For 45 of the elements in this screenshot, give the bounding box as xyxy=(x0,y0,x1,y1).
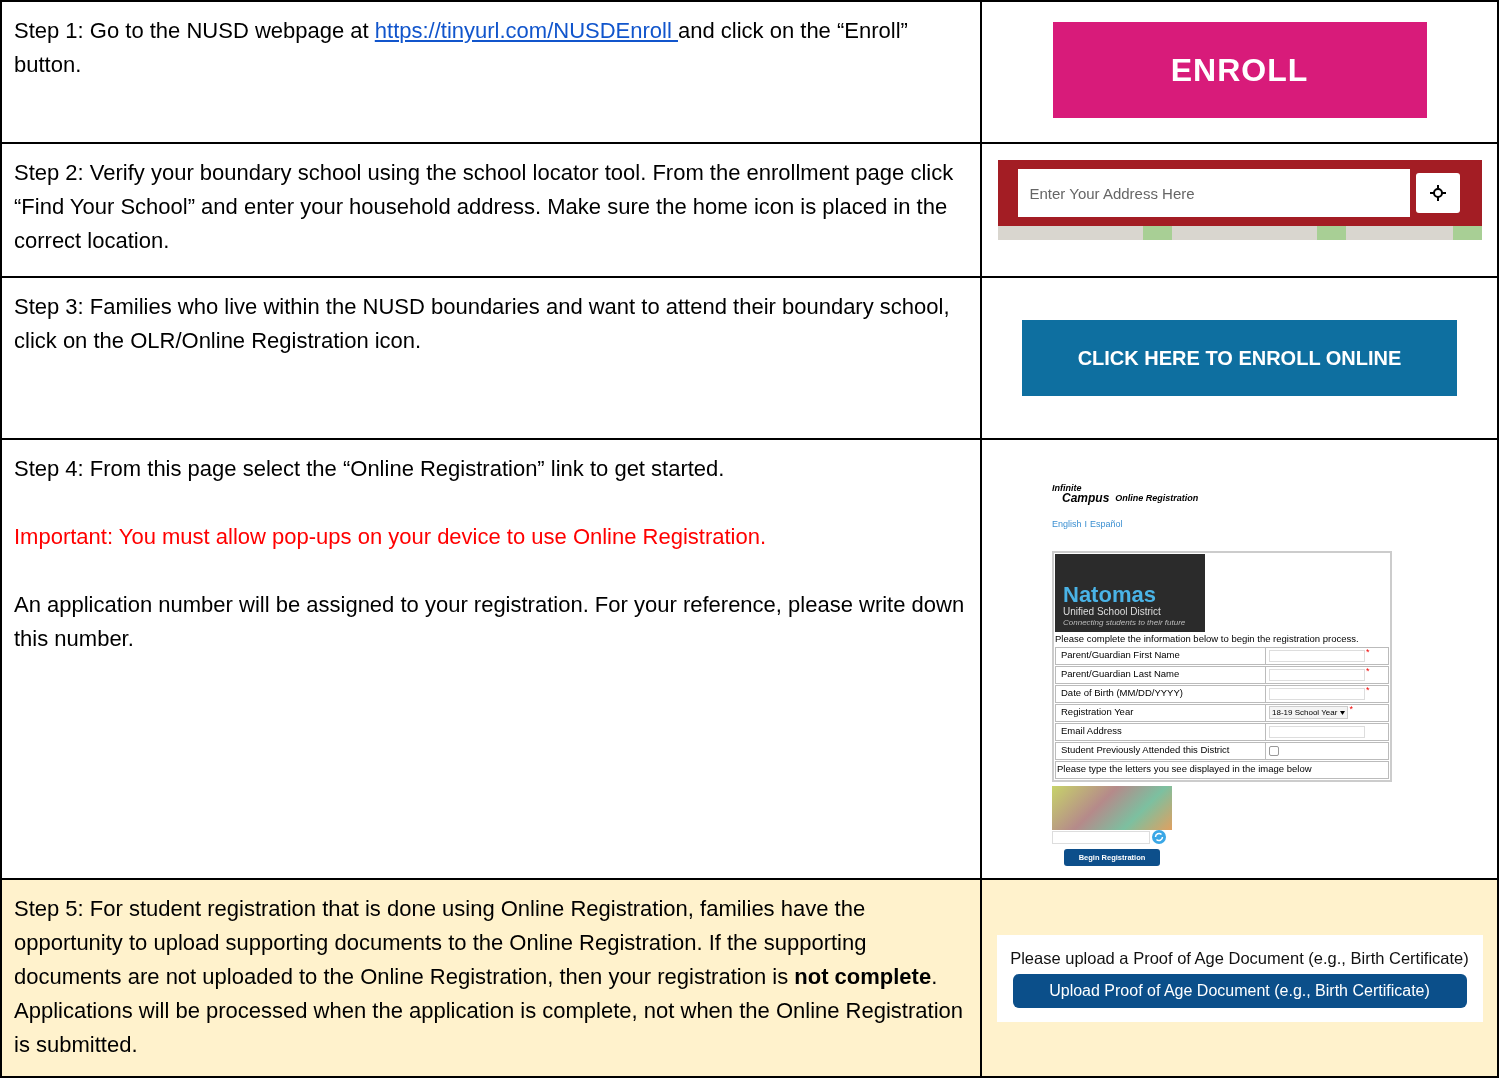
step-note: An application number will be assigned to your registration. For your reference, please write down this number. xyxy=(14,591,966,653)
language-link[interactable]: Español xyxy=(1090,518,1123,529)
field-label: Parent/Guardian First Name xyxy=(1056,647,1266,664)
field-label: Parent/Guardian Last Name xyxy=(1056,666,1266,683)
enroll-link[interactable]: https://tinyurl.com/NUSDEnroll xyxy=(374,18,678,43)
upload-button[interactable]: Upload Proof of Age Document (e.g., Birth Certificate) xyxy=(1012,973,1467,1008)
enroll-button[interactable]: ENROLL xyxy=(1052,22,1427,118)
form-intro: Please complete the information below to begin the registration process. xyxy=(1055,631,1360,646)
enroll-online-button[interactable]: CLICK HERE TO ENROLL ONLINE xyxy=(1022,320,1457,396)
field-label: Date of Birth (MM/DD/YYYY) xyxy=(1056,685,1266,702)
required-mark: * xyxy=(1366,666,1370,675)
captcha-input[interactable] xyxy=(1052,830,1150,844)
language-link[interactable]: English xyxy=(1052,518,1082,529)
brand-title: Online Registration xyxy=(1115,492,1199,503)
language-separator: I xyxy=(1084,518,1088,529)
logo-tagline: Connecting students to their future xyxy=(1063,617,1187,628)
step-instruction: Step 2: Verify your boundary school using the school locator tool. From the enrollment page click “Find Your School” and enter your household address. Make sure the home icon is placed in the correct location. xyxy=(14,159,955,255)
brand-logo-text: Campus xyxy=(1062,492,1110,503)
logo-name: Natomas xyxy=(1063,583,1157,606)
text-input[interactable] xyxy=(1269,649,1365,662)
important-notice: Important: You must allow pop-ups on your device to use Online Registration. xyxy=(14,523,768,551)
required-mark: * xyxy=(1366,685,1370,694)
checkbox[interactable] xyxy=(1269,745,1279,756)
text-input[interactable] xyxy=(1269,725,1365,738)
year-select[interactable]: 18-19 School Year xyxy=(1269,706,1349,719)
upload-prompt: Please upload a Proof of Age Document (e.g., Birth Certificate) xyxy=(1010,948,1469,968)
field-label: Student Previously Attended this District xyxy=(1056,742,1266,759)
required-mark: * xyxy=(1366,647,1370,656)
required-mark: * xyxy=(1349,704,1353,713)
crosshair-icon xyxy=(1429,185,1446,201)
step-instruction: Step 4: From this page select the “Online Registration” link to get started. xyxy=(14,455,726,483)
text-input[interactable] xyxy=(1269,668,1365,681)
step-instruction: Step 1: Go to the NUSD webpage at https://tinyurl.com/NUSDEnroll and click on the “Enroll” button. xyxy=(14,17,909,79)
captcha-prompt: Please type the letters you see displayed in the image below xyxy=(1056,761,1313,776)
logo-subtitle: Unified School District xyxy=(1063,605,1162,618)
field-label: Email Address xyxy=(1056,723,1266,740)
refresh-icon[interactable] xyxy=(1152,829,1166,844)
text-input[interactable] xyxy=(1269,687,1365,700)
step-instruction: Step 5: For student registration that is done using Online Registration, families have the opportunity to upload supporting documents to the Online Registration. If the supporting documents are not uploaded to the Online Registration, then your registration is not complete. Applications will be processed when the application is complete, not when the Online Registration is submitted. xyxy=(14,895,964,1059)
brand-logo-text: Infinite xyxy=(1052,482,1083,493)
locate-button[interactable] xyxy=(1415,173,1460,213)
step-instruction: Step 3: Families who live within the NUSD boundaries and want to attend their boundary school, click on the OLR/Online Registration icon. xyxy=(14,293,951,355)
dropdown-arrow-icon xyxy=(1340,710,1346,715)
address-input[interactable]: Enter Your Address Here xyxy=(1017,169,1410,217)
field-label: Registration Year xyxy=(1056,704,1266,721)
